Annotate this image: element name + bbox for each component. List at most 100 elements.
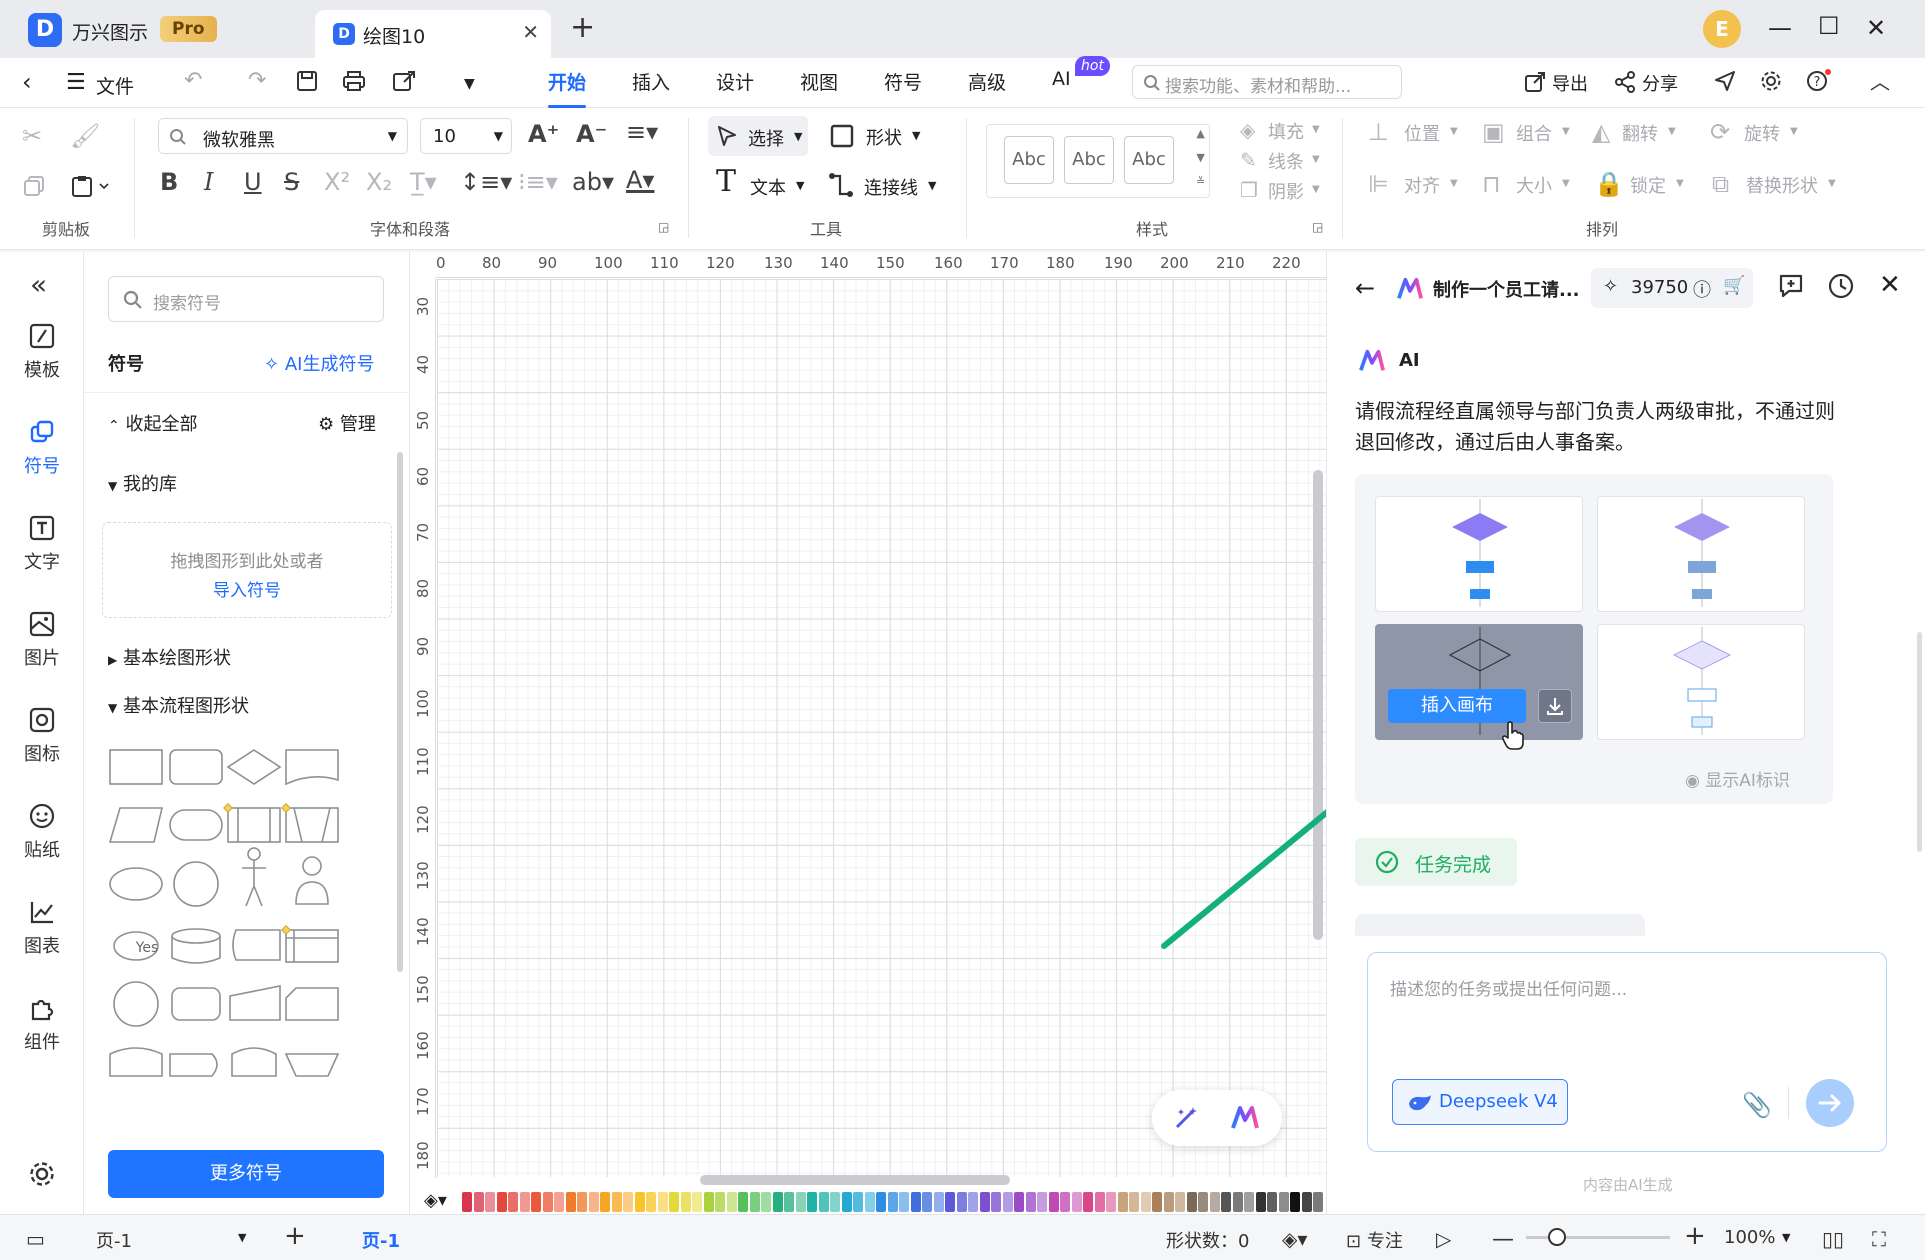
- result-thumbnail-2[interactable]: [1597, 496, 1805, 612]
- line-spacing-icon[interactable]: ↕≡▾: [460, 168, 512, 196]
- palette-swatch[interactable]: [623, 1192, 633, 1212]
- align-text-icon[interactable]: ≡▾: [626, 118, 658, 146]
- palette-swatch[interactable]: [1083, 1192, 1093, 1212]
- palette-swatch[interactable]: [979, 1192, 990, 1212]
- cart-icon[interactable]: 🛒: [1723, 275, 1745, 296]
- palette-swatch[interactable]: [1186, 1192, 1197, 1212]
- collapse-panel-icon[interactable]: «: [30, 268, 47, 301]
- user-avatar[interactable]: E: [1703, 10, 1741, 48]
- palette-swatch[interactable]: [1301, 1192, 1312, 1212]
- subscript-icon[interactable]: X₂: [366, 168, 392, 196]
- style-swatch-3[interactable]: Abc: [1124, 136, 1174, 184]
- model-selector-button[interactable]: Deepseek V4: [1392, 1079, 1568, 1125]
- back-icon[interactable]: ‹: [22, 68, 32, 96]
- palette-swatch[interactable]: [657, 1192, 668, 1212]
- palette-swatch[interactable]: [761, 1192, 771, 1212]
- palette-swatch[interactable]: [1048, 1192, 1059, 1212]
- palette-swatch[interactable]: [577, 1192, 587, 1212]
- palette-swatch[interactable]: [1232, 1192, 1243, 1212]
- add-page-icon[interactable]: +: [284, 1221, 306, 1251]
- palette-swatch[interactable]: [565, 1192, 576, 1212]
- back-arrow-icon[interactable]: ←: [1355, 274, 1375, 302]
- underline-icon[interactable]: U: [244, 168, 262, 196]
- page-layout-icon[interactable]: ▭: [26, 1227, 45, 1251]
- nav-stickers[interactable]: 贴纸: [0, 802, 84, 862]
- insert-canvas-button[interactable]: 插入画布: [1388, 689, 1526, 723]
- page-tab-active[interactable]: 页-1: [362, 1227, 400, 1253]
- redo-icon[interactable]: ↷: [248, 68, 266, 93]
- nav-components[interactable]: 组件: [0, 994, 84, 1054]
- font-dialog-launcher-icon[interactable]: ◲: [658, 220, 669, 234]
- symbol-panel-scrollbar[interactable]: [397, 452, 403, 972]
- cut-icon[interactable]: ✂: [22, 122, 42, 150]
- my-library-section[interactable]: ▼ 我的库: [108, 470, 177, 496]
- download-button[interactable]: [1538, 689, 1572, 723]
- show-ai-mark-toggle[interactable]: ◉ 显示AI标识: [1685, 766, 1790, 791]
- palette-swatch[interactable]: [922, 1192, 932, 1212]
- basic-shapes-section[interactable]: ▶ 基本绘图形状: [108, 644, 231, 670]
- palette-swatch[interactable]: [1313, 1192, 1323, 1212]
- palette-swatch[interactable]: [462, 1192, 472, 1212]
- ai-generate-symbol-link[interactable]: ✧ AI生成符号: [264, 350, 374, 376]
- help-icon[interactable]: ⓘ: [1693, 276, 1711, 302]
- send-button[interactable]: [1806, 1079, 1854, 1127]
- ai-brand-icon[interactable]: [1230, 1104, 1260, 1132]
- magic-wand-icon[interactable]: [1172, 1104, 1200, 1132]
- more-symbols-button[interactable]: 更多符号: [108, 1150, 384, 1198]
- layers-icon[interactable]: ◈▾: [1282, 1227, 1307, 1251]
- palette-swatch[interactable]: [646, 1192, 656, 1212]
- fit-screen-icon[interactable]: ⛶: [1872, 1227, 1886, 1251]
- symbol-search-input[interactable]: 搜索符号: [108, 276, 384, 322]
- close-tab-icon[interactable]: ✕: [522, 20, 539, 44]
- palette-swatch[interactable]: [680, 1192, 691, 1212]
- font-color-icon[interactable]: A▾: [626, 166, 654, 194]
- result-thumbnail-3[interactable]: 插入画布: [1375, 624, 1583, 750]
- file-menu[interactable]: 文件: [96, 72, 134, 99]
- nav-charts[interactable]: 图表: [0, 898, 84, 958]
- feature-search-input[interactable]: 搜索功能、素材和帮助...: [1132, 65, 1402, 99]
- palette-swatch[interactable]: [1278, 1192, 1289, 1212]
- zoom-out-icon[interactable]: —: [1492, 1227, 1514, 1252]
- export-file-icon[interactable]: [392, 70, 416, 92]
- palette-swatch[interactable]: [703, 1192, 714, 1212]
- palette-swatch[interactable]: [726, 1192, 737, 1212]
- tab-view[interactable]: 视图: [800, 68, 838, 108]
- palette-swatch[interactable]: [968, 1192, 978, 1212]
- palette-swatch[interactable]: [600, 1192, 610, 1212]
- palette-swatch[interactable]: [1221, 1192, 1231, 1212]
- zoom-in-icon[interactable]: +: [1684, 1221, 1706, 1251]
- history-clock-icon[interactable]: [1827, 272, 1855, 300]
- help-icon[interactable]: ?: [1806, 68, 1832, 92]
- nav-icons[interactable]: 图标: [0, 706, 84, 766]
- palette-swatch[interactable]: [1163, 1192, 1174, 1212]
- palette-swatch[interactable]: [611, 1192, 622, 1212]
- pro-badge[interactable]: Pro: [160, 16, 217, 42]
- decrease-font-icon[interactable]: A⁻: [576, 120, 607, 148]
- tab-home[interactable]: 开始: [548, 68, 587, 108]
- palette-swatch[interactable]: [738, 1192, 748, 1212]
- select-tool-button[interactable]: 选择 ▼: [708, 116, 808, 156]
- palette-swatch[interactable]: [899, 1192, 909, 1212]
- palette-swatch[interactable]: [542, 1192, 553, 1212]
- bullet-list-icon[interactable]: ⁝≡▾: [518, 168, 558, 196]
- palette-swatch[interactable]: [1209, 1192, 1220, 1212]
- palette-swatch[interactable]: [496, 1192, 507, 1212]
- zoom-slider-thumb[interactable]: [1548, 1228, 1566, 1246]
- font-family-select[interactable]: 微软雅黑 ▼: [158, 118, 408, 154]
- palette-swatch[interactable]: [795, 1192, 806, 1212]
- import-symbol-link[interactable]: 导入符号: [103, 576, 391, 601]
- palette-swatch[interactable]: [1002, 1192, 1013, 1212]
- palette-swatch[interactable]: [1198, 1192, 1208, 1212]
- copy-icon[interactable]: [22, 174, 46, 198]
- palette-swatch[interactable]: [933, 1192, 944, 1212]
- print-icon[interactable]: [342, 70, 366, 92]
- superscript-icon[interactable]: X²: [324, 168, 350, 196]
- palette-swatch[interactable]: [554, 1192, 564, 1212]
- palette-swatch[interactable]: [1094, 1192, 1105, 1212]
- nav-images[interactable]: 图片: [0, 610, 84, 670]
- italic-icon[interactable]: I: [204, 168, 213, 196]
- collapse-all-button[interactable]: ⌃ 收起全部: [108, 410, 197, 436]
- palette-swatch[interactable]: [910, 1192, 921, 1212]
- palette-swatch[interactable]: [1290, 1192, 1300, 1212]
- format-painter-icon[interactable]: 🖌: [70, 122, 100, 150]
